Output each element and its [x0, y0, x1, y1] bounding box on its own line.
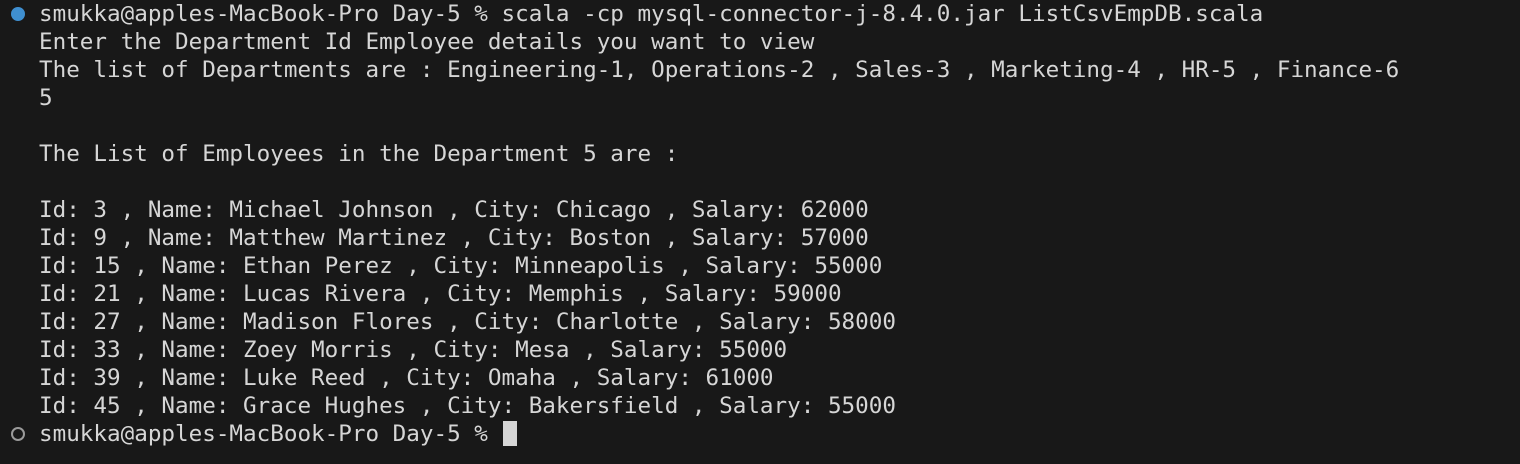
- command-success-marker-icon[interactable]: [11, 7, 25, 21]
- terminal-panel[interactable]: smukka@apples-MacBook-Pro Day-5 % scala …: [0, 0, 1520, 464]
- output-line: Enter the Department Id Employee details…: [39, 29, 815, 55]
- employee-row: Id: 3 , Name: Michael Johnson , City: Ch…: [39, 197, 869, 223]
- output-line: 5: [39, 85, 53, 111]
- employee-row: Id: 45 , Name: Grace Hughes , City: Bake…: [39, 393, 896, 419]
- output-line: The list of Departments are : Engineerin…: [39, 57, 1400, 83]
- output-line: The List of Employees in the Department …: [39, 141, 679, 167]
- command-pending-marker-icon[interactable]: [11, 427, 25, 441]
- employee-row: Id: 9 , Name: Matthew Martinez , City: B…: [39, 225, 869, 251]
- command-line: smukka@apples-MacBook-Pro Day-5 % scala …: [39, 1, 1264, 27]
- employee-row: Id: 21 , Name: Lucas Rivera , City: Memp…: [39, 281, 842, 307]
- prompt-line[interactable]: smukka@apples-MacBook-Pro Day-5 %: [39, 420, 517, 448]
- employee-row: Id: 33 , Name: Zoey Morris , City: Mesa …: [39, 337, 788, 363]
- prompt-text: smukka@apples-MacBook-Pro Day-5 %: [39, 421, 502, 447]
- employee-row: Id: 27 , Name: Madison Flores , City: Ch…: [39, 309, 896, 335]
- employee-row: Id: 15 , Name: Ethan Perez , City: Minne…: [39, 253, 883, 279]
- employee-row: Id: 39 , Name: Luke Reed , City: Omaha ,…: [39, 365, 774, 391]
- text-cursor: [502, 421, 517, 446]
